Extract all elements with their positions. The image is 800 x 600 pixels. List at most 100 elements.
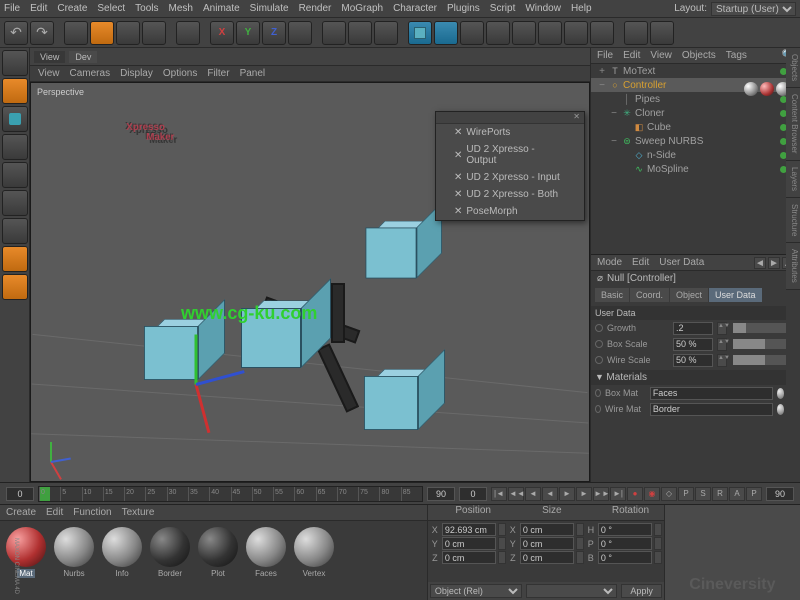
tab-basic[interactable]: Basic xyxy=(595,288,629,302)
tag-ball-2-icon[interactable] xyxy=(760,82,774,96)
tree-row-sweep-nurbs[interactable]: −⊜Sweep NURBS xyxy=(591,134,800,148)
attr-mat-field[interactable] xyxy=(650,403,773,416)
tag-ball-1-icon[interactable] xyxy=(744,82,758,96)
autokey-icon[interactable]: ◉ xyxy=(644,487,660,501)
apply-button[interactable]: Apply xyxy=(621,584,662,598)
strip-content[interactable]: Content Browser xyxy=(786,88,800,161)
tree-row-cloner[interactable]: −✳Cloner xyxy=(591,106,800,120)
keyframe-sel-icon[interactable]: ◇ xyxy=(661,487,677,501)
anim-dot-icon[interactable] xyxy=(595,389,601,397)
tab-object[interactable]: Object xyxy=(670,288,708,302)
menu-render[interactable]: Render xyxy=(299,3,332,14)
material-nurbs[interactable]: Nurbs xyxy=(54,527,94,578)
vp-view[interactable]: View xyxy=(38,68,60,79)
key-scale-icon[interactable]: S xyxy=(695,487,711,501)
menu-help[interactable]: Help xyxy=(571,3,592,14)
tab-dev[interactable]: Dev xyxy=(69,51,97,63)
vp-cameras[interactable]: Cameras xyxy=(70,68,111,79)
make-editable-icon[interactable] xyxy=(2,50,28,76)
environment-icon[interactable] xyxy=(538,21,562,45)
vp-filter[interactable]: Filter xyxy=(207,68,229,79)
size-field[interactable] xyxy=(520,537,574,550)
ctx-ud2x-both[interactable]: ✕UD 2 Xpresso - Both xyxy=(436,186,584,203)
material-sphere-icon[interactable] xyxy=(150,527,190,567)
x-axis-lock-icon[interactable] xyxy=(210,21,234,45)
material-sphere-icon[interactable] xyxy=(198,527,238,567)
spline-icon[interactable] xyxy=(434,21,458,45)
pos-field[interactable] xyxy=(442,537,496,550)
attr-value-field[interactable] xyxy=(673,354,713,367)
material-info[interactable]: Info xyxy=(102,527,142,578)
rot-field[interactable] xyxy=(598,537,652,550)
material-sphere-icon[interactable] xyxy=(102,527,142,567)
mat-create[interactable]: Create xyxy=(6,507,36,518)
point-mode-icon[interactable] xyxy=(2,162,28,188)
z-axis-lock-icon[interactable] xyxy=(262,21,286,45)
menu-script[interactable]: Script xyxy=(490,3,516,14)
axis-mode-icon[interactable] xyxy=(2,246,28,272)
recent-tool-icon[interactable] xyxy=(176,21,200,45)
deformer-icon[interactable] xyxy=(512,21,536,45)
render-settings-icon[interactable] xyxy=(374,21,398,45)
edge-mode-icon[interactable] xyxy=(2,190,28,216)
ctx-ud2x-output[interactable]: ✕UD 2 Xpresso - Output xyxy=(436,141,584,169)
menu-plugins[interactable]: Plugins xyxy=(447,3,480,14)
anim-dot-icon[interactable] xyxy=(595,356,603,364)
menu-animate[interactable]: Animate xyxy=(203,3,240,14)
vp-panel[interactable]: Panel xyxy=(240,68,266,79)
material-sphere-icon[interactable] xyxy=(54,527,94,567)
ctx-ud2x-input[interactable]: ✕UD 2 Xpresso - Input xyxy=(436,169,584,186)
context-menu-close-icon[interactable] xyxy=(436,112,584,124)
spinner-icon[interactable]: ▲▼ xyxy=(717,354,727,367)
spinner-icon[interactable] xyxy=(576,523,584,536)
undo-icon[interactable] xyxy=(4,21,28,45)
goto-end-icon[interactable]: ►| xyxy=(610,487,626,501)
prev-key-icon[interactable]: ◄◄ xyxy=(508,487,524,501)
pos-field[interactable] xyxy=(442,551,496,564)
redo-icon[interactable] xyxy=(30,21,54,45)
play-back-icon[interactable]: ◄ xyxy=(542,487,558,501)
rot-field[interactable] xyxy=(598,551,652,564)
material-border[interactable]: Border xyxy=(150,527,190,578)
attr-edit[interactable]: Edit xyxy=(632,257,649,268)
misc-tool-1-icon[interactable] xyxy=(624,21,648,45)
spinner-icon[interactable] xyxy=(498,551,506,564)
misc-tool-2-icon[interactable] xyxy=(650,21,674,45)
timeline-ruler[interactable]: 051015202530354045505560657075808590 xyxy=(38,486,423,502)
coord-mode-select[interactable]: Object (Rel) xyxy=(430,584,522,598)
strip-objects[interactable]: Objects xyxy=(786,48,800,88)
spinner-icon[interactable] xyxy=(498,523,506,536)
render-view-icon[interactable] xyxy=(322,21,346,45)
tree-row-mospline[interactable]: ∿MoSpline xyxy=(591,162,800,176)
play-fwd-icon[interactable]: ► xyxy=(559,487,575,501)
material-preview-icon[interactable] xyxy=(777,388,784,399)
tab-coord[interactable]: Coord. xyxy=(630,288,669,302)
ctx-wireports[interactable]: ✕WirePorts xyxy=(436,124,584,141)
attr-value-field[interactable] xyxy=(673,338,713,351)
light-icon[interactable] xyxy=(590,21,614,45)
tab-userdata[interactable]: User Data xyxy=(709,288,762,302)
camera-icon[interactable] xyxy=(564,21,588,45)
prev-frame-icon[interactable]: ◄ xyxy=(525,487,541,501)
menu-edit[interactable]: Edit xyxy=(30,3,47,14)
tab-view[interactable]: View xyxy=(34,51,65,63)
anim-dot-icon[interactable] xyxy=(595,340,603,348)
size-field[interactable] xyxy=(520,551,574,564)
obj-tags[interactable]: Tags xyxy=(726,50,747,61)
obj-file[interactable]: File xyxy=(597,50,613,61)
menu-tools[interactable]: Tools xyxy=(135,3,158,14)
attr-mode[interactable]: Mode xyxy=(597,257,622,268)
strip-attributes[interactable]: Attributes xyxy=(786,243,800,290)
select-tool-icon[interactable] xyxy=(64,21,88,45)
rot-field[interactable] xyxy=(598,523,652,536)
menu-create[interactable]: Create xyxy=(57,3,87,14)
rotate-tool-icon[interactable] xyxy=(142,21,166,45)
nurbs-icon[interactable] xyxy=(460,21,484,45)
material-faces[interactable]: Faces xyxy=(246,527,286,578)
menu-file[interactable]: File xyxy=(4,3,20,14)
mat-function[interactable]: Function xyxy=(73,507,111,518)
menu-character[interactable]: Character xyxy=(393,3,437,14)
menu-mesh[interactable]: Mesh xyxy=(169,3,193,14)
coord-size-select[interactable] xyxy=(526,584,618,598)
coord-system-icon[interactable] xyxy=(288,21,312,45)
